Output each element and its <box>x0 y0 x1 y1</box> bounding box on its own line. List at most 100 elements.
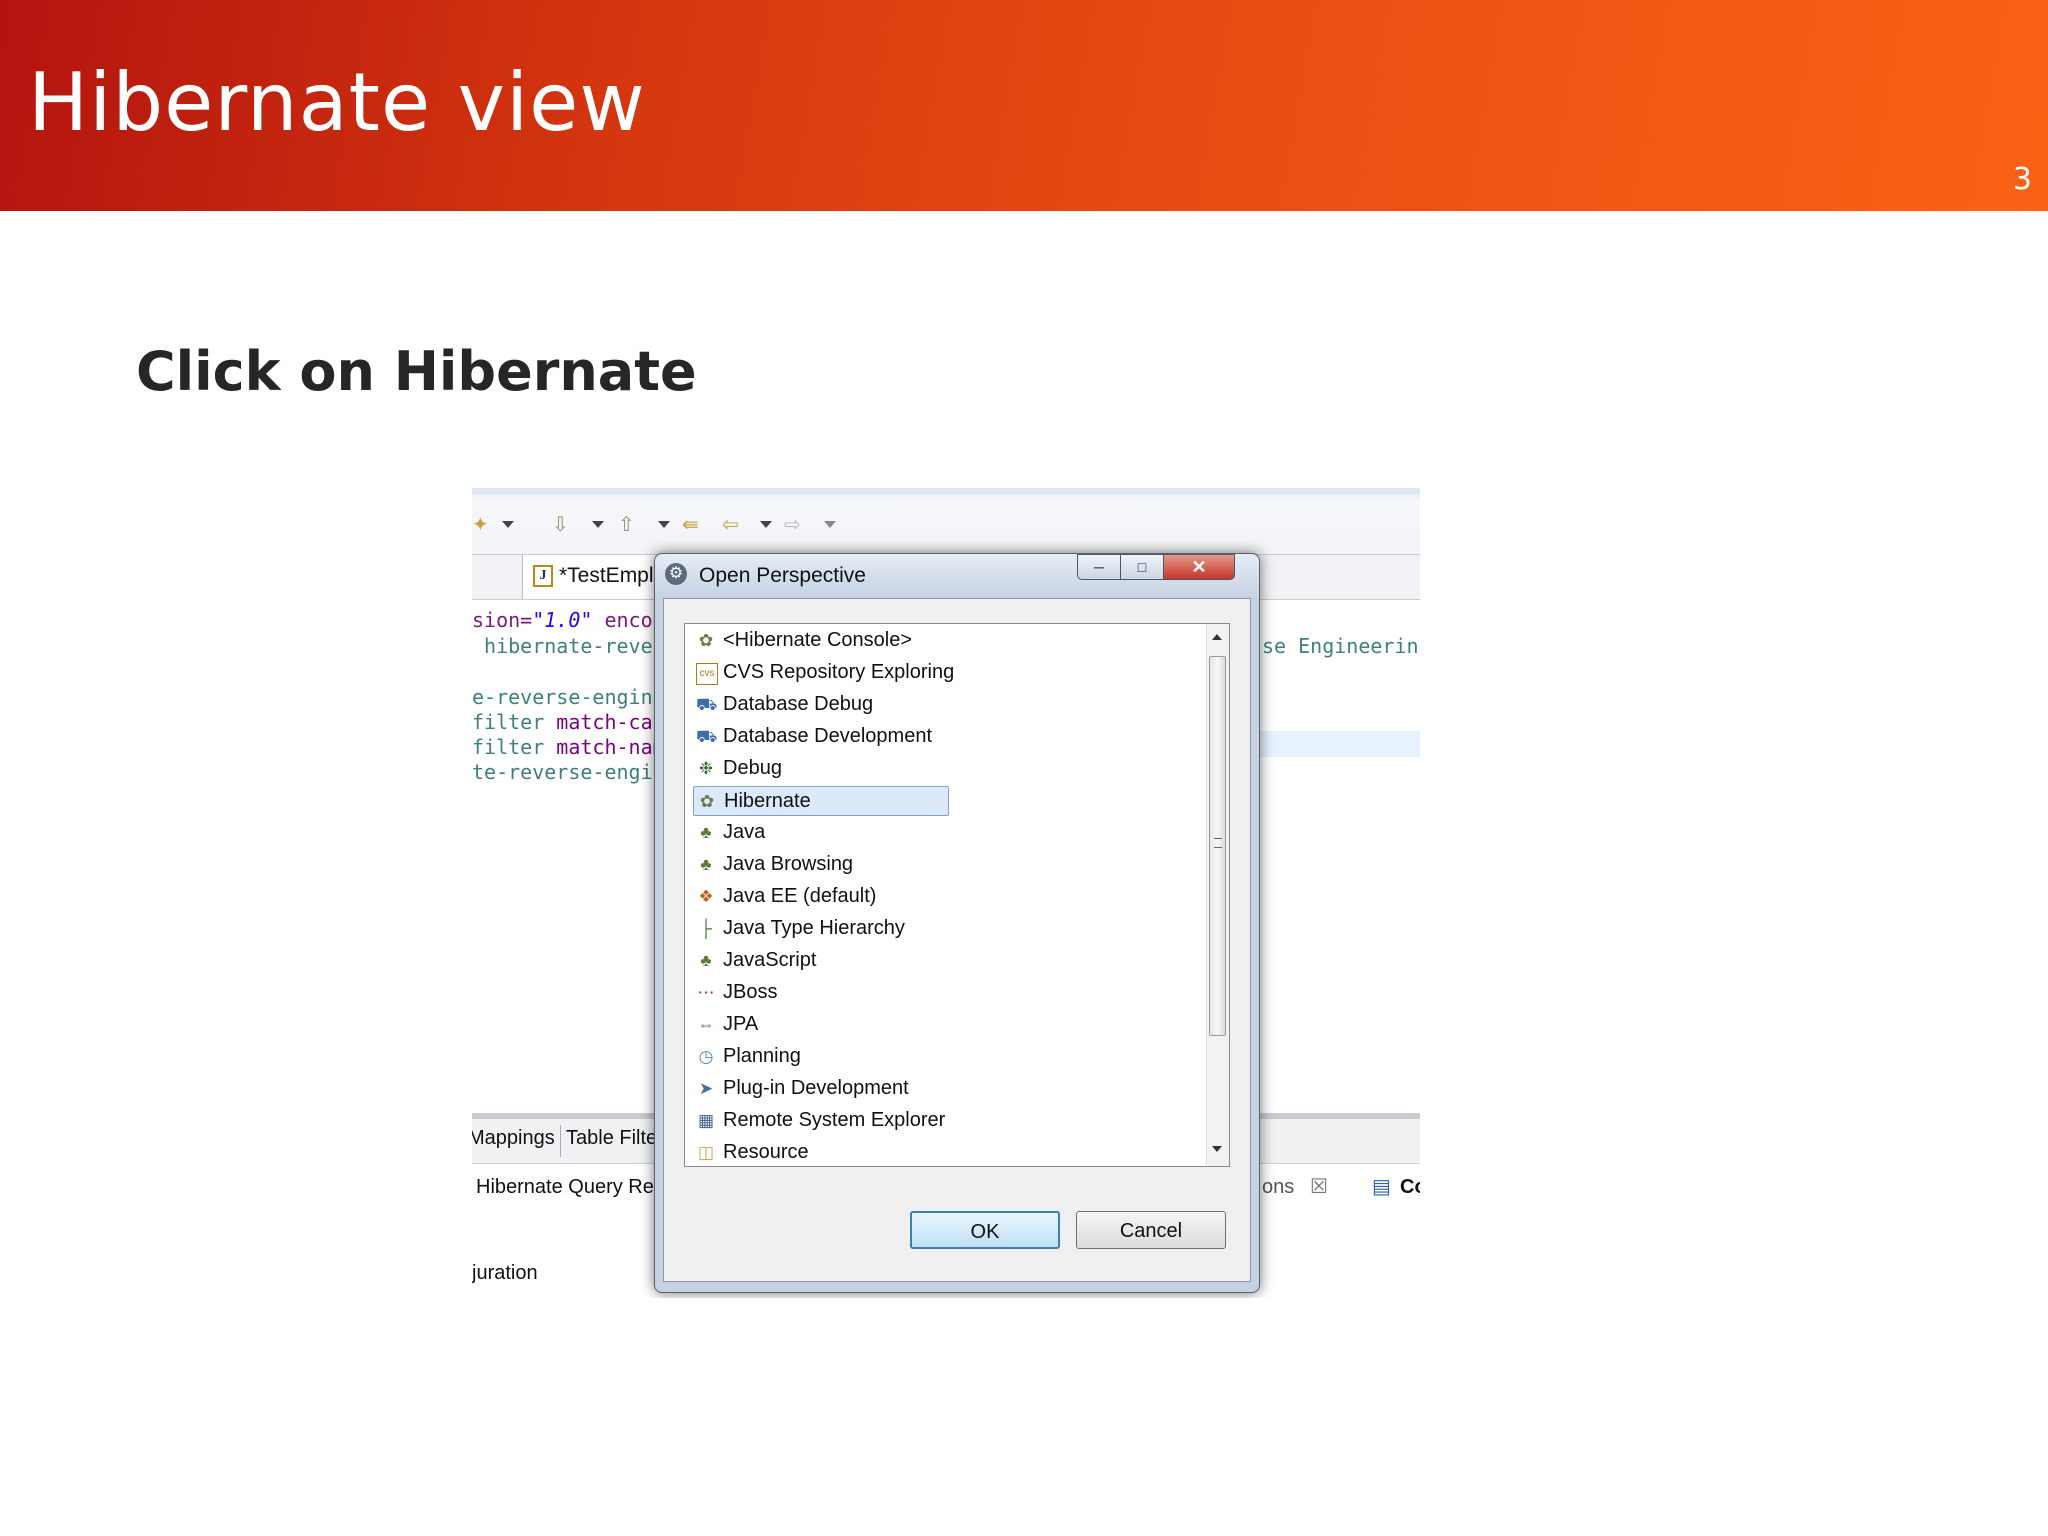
ok-button[interactable]: OK <box>910 1211 1060 1249</box>
dialog-title: Open Perspective <box>699 564 866 587</box>
next-annotation-icon[interactable]: ⇩ <box>552 514 574 536</box>
chevron-down-icon[interactable] <box>760 521 772 528</box>
scroll-down-icon[interactable] <box>1212 1146 1222 1152</box>
code-line: filter match-nam <box>472 735 665 759</box>
list-item-label: Java Browsing <box>723 853 854 875</box>
main-toolbar: ✦ ⇩ ⇧ ⇚ ⇦ ⇨ <box>472 488 1420 554</box>
remote-system-icon: ▦ <box>697 1111 715 1130</box>
list-item-label: Debug <box>723 757 782 779</box>
list-item-label: Java Type Hierarchy <box>723 917 905 939</box>
hibernate-icon: ✿ <box>698 631 714 650</box>
grip-icon <box>1214 838 1222 848</box>
list-item-selected[interactable]: ✿ Hibernate <box>693 786 949 816</box>
chevron-down-icon[interactable] <box>824 521 836 528</box>
dialog-body: ✿ <Hibernate Console> cvs CVS Repository… <box>663 598 1251 1282</box>
database-icon: ⛟ <box>696 727 718 746</box>
list-item[interactable]: cvs CVS Repository Exploring <box>693 658 954 688</box>
tab-mappings[interactable]: Mappings <box>472 1127 555 1150</box>
list-item[interactable]: ❉ Debug <box>693 754 949 784</box>
list-item[interactable]: ✿ <Hibernate Console> <box>693 626 949 656</box>
tab-table-filters[interactable]: Table Filte <box>566 1127 657 1150</box>
wrench-icon[interactable]: ✦ <box>472 514 494 536</box>
java-icon: ♣ <box>700 823 712 842</box>
chevron-down-icon[interactable] <box>592 521 604 528</box>
perspective-list[interactable]: ✿ <Hibernate Console> cvs CVS Repository… <box>684 623 1230 1167</box>
forward-icon[interactable]: ⇨ <box>784 514 806 536</box>
code-line: te-reverse-engin <box>472 760 665 784</box>
code-line: e-reverse-engine <box>472 685 665 709</box>
code-line-right: se Engineerin <box>1262 634 1419 658</box>
hierarchy-icon: ├ <box>699 919 713 938</box>
list-item-label: Database Development <box>723 725 933 747</box>
java-file-icon: J <box>533 565 553 587</box>
list-item[interactable]: ♣ Java <box>693 818 949 848</box>
clock-icon: ◷ <box>698 1047 714 1066</box>
list-item[interactable]: ➤ Plug-in Development <box>693 1074 949 1104</box>
list-item-label: JBoss <box>723 981 778 1003</box>
jpa-icon: ⇔ <box>697 1015 715 1034</box>
console-icon: ▤ <box>1372 1176 1391 1198</box>
database-debug-icon: ⛟ <box>696 695 718 714</box>
current-line-highlight <box>1252 731 1420 757</box>
list-item-label: Planning <box>723 1045 801 1067</box>
code-line: sion="1.0" encod <box>472 608 665 632</box>
scroll-up-icon[interactable] <box>1212 634 1222 640</box>
vertical-scrollbar[interactable] <box>1206 624 1229 1166</box>
list-item-label: Java <box>723 821 766 843</box>
tab-separator <box>560 1125 561 1157</box>
minimize-button[interactable]: ─ <box>1077 554 1121 580</box>
prev-annotation-icon[interactable]: ⇧ <box>618 514 640 536</box>
slide-subtitle: Click on Hibernate <box>136 340 697 403</box>
list-item-label: Hibernate <box>724 790 811 812</box>
list-item[interactable]: ◷ Planning <box>693 1042 949 1072</box>
back-icon[interactable]: ⇦ <box>722 514 744 536</box>
tab-hibernate-query-result[interactable]: Hibernate Query Res <box>476 1176 664 1199</box>
list-item-label: Resource <box>723 1141 809 1163</box>
list-item[interactable]: ◫ Resource <box>693 1138 949 1166</box>
slide-number: 3 <box>2012 162 2032 197</box>
list-item-label: Database Debug <box>723 693 874 715</box>
code-line: hibernate-rever <box>472 634 665 658</box>
configuration-label: juration <box>472 1262 538 1284</box>
list-item[interactable]: ⛟ Database Debug <box>693 690 949 720</box>
list-item[interactable]: ⛟ Database Development <box>693 722 949 752</box>
list-item[interactable]: ♣ Java Browsing <box>693 850 949 880</box>
maximize-button[interactable]: □ <box>1120 554 1164 580</box>
list-item-label: Remote System Explorer <box>723 1109 946 1131</box>
list-item[interactable]: ⋯ JBoss <box>693 978 949 1008</box>
tab-partial[interactable]: ons <box>1262 1176 1294 1199</box>
list-item[interactable]: ♣ JavaScript <box>693 946 949 976</box>
list-item-label: CVS Repository Exploring <box>723 661 955 683</box>
last-edit-icon[interactable]: ⇚ <box>682 514 704 536</box>
chevron-down-icon[interactable] <box>502 521 514 528</box>
hibernate-icon: ✿ <box>699 792 715 811</box>
open-perspective-dialog: ⚙ Open Perspective ─ □ ✕ ✿ <Hibernate Co… <box>654 553 1260 1293</box>
cvs-icon: cvs <box>696 663 718 685</box>
chevron-down-icon[interactable] <box>658 521 670 528</box>
java-browsing-icon: ♣ <box>700 855 712 874</box>
close-icon[interactable]: ☒ <box>1310 1174 1328 1199</box>
slide-title: Hibernate view <box>28 56 646 149</box>
list-item[interactable]: ├ Java Type Hierarchy <box>693 914 949 944</box>
cancel-button[interactable]: Cancel <box>1076 1211 1226 1249</box>
list-item-label: JPA <box>723 1013 759 1035</box>
editor-tab-label: *TestEmpl <box>559 564 654 587</box>
title-banner: Hibernate view 3 <box>0 0 2048 211</box>
list-item-label: <Hibernate Console> <box>723 629 913 651</box>
list-item-label: Java EE (default) <box>723 885 877 907</box>
list-item[interactable]: ⇔ JPA <box>693 1010 949 1040</box>
perspective-icon: ⚙ <box>665 563 687 585</box>
list-item[interactable]: ▦ Remote System Explorer <box>693 1106 949 1136</box>
list-item-label: JavaScript <box>723 949 817 971</box>
plugin-icon: ➤ <box>698 1079 714 1098</box>
java-ee-icon: ❖ <box>698 887 714 906</box>
list-item-label: Plug-in Development <box>723 1077 909 1099</box>
jboss-icon: ⋯ <box>697 983 715 1002</box>
close-button[interactable]: ✕ <box>1163 554 1235 580</box>
folder-icon: ◫ <box>697 1143 715 1162</box>
code-line: filter match-cat <box>472 710 665 734</box>
list-item[interactable]: ❖ Java EE (default) <box>693 882 949 912</box>
tab-console[interactable]: Co <box>1400 1176 1420 1199</box>
bug-icon: ❉ <box>698 759 714 778</box>
dialog-titlebar[interactable]: ⚙ Open Perspective ─ □ ✕ <box>655 554 1259 596</box>
